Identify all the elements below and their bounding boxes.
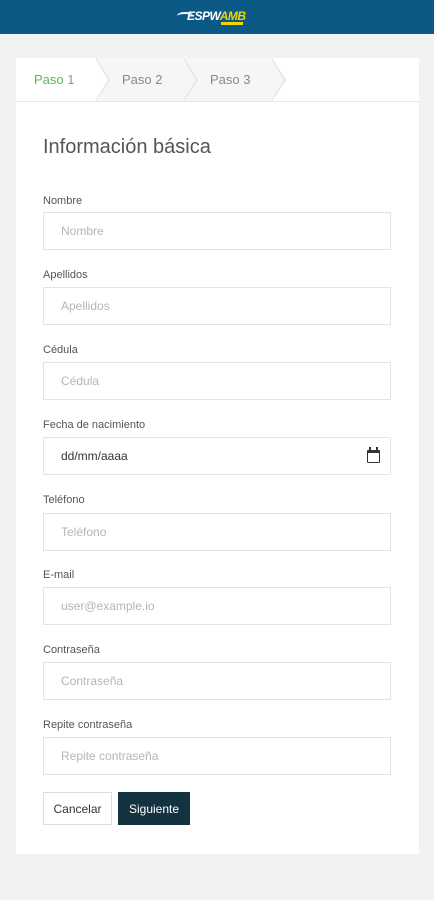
- cancel-button[interactable]: Cancelar: [43, 792, 112, 825]
- email-label: E-mail: [43, 569, 75, 581]
- nombre-label: Nombre: [43, 195, 83, 207]
- email-input[interactable]: user@example.io: [43, 587, 391, 625]
- fecha-nacimiento-input[interactable]: dd/mm/aaaa: [43, 437, 391, 475]
- contrasena-input[interactable]: Contraseña: [43, 662, 391, 700]
- apellidos-label: Apellidos: [43, 269, 88, 281]
- apellidos-input[interactable]: Apellidos: [43, 287, 391, 325]
- app-logo: ESPWAMB: [177, 6, 257, 28]
- fecha-label: Fecha de nacimiento: [43, 419, 146, 431]
- repite-contrasena-label: Repite contraseña: [43, 719, 133, 731]
- cedula-label: Cédula: [43, 344, 78, 356]
- cedula-input[interactable]: Cédula: [43, 362, 391, 400]
- step-1[interactable]: Paso 1: [16, 58, 96, 101]
- calendar-icon[interactable]: [367, 446, 380, 463]
- top-header: ESPWAMB: [0, 0, 434, 34]
- wizard-steps: Paso 1 Paso 2 Paso 3: [16, 58, 419, 102]
- form-title: Información básica: [43, 136, 211, 158]
- fecha-value: dd/mm/aaaa: [61, 449, 128, 463]
- registration-card: Paso 1 Paso 2 Paso 3 Información básica …: [16, 58, 419, 854]
- next-button[interactable]: Siguiente: [118, 792, 190, 825]
- contrasena-label: Contraseña: [43, 644, 100, 656]
- telefono-label: Teléfono: [43, 494, 85, 506]
- nombre-input[interactable]: Nombre: [43, 212, 391, 250]
- repite-contrasena-input[interactable]: Repite contraseña: [43, 737, 391, 775]
- telefono-input[interactable]: Teléfono: [43, 513, 391, 551]
